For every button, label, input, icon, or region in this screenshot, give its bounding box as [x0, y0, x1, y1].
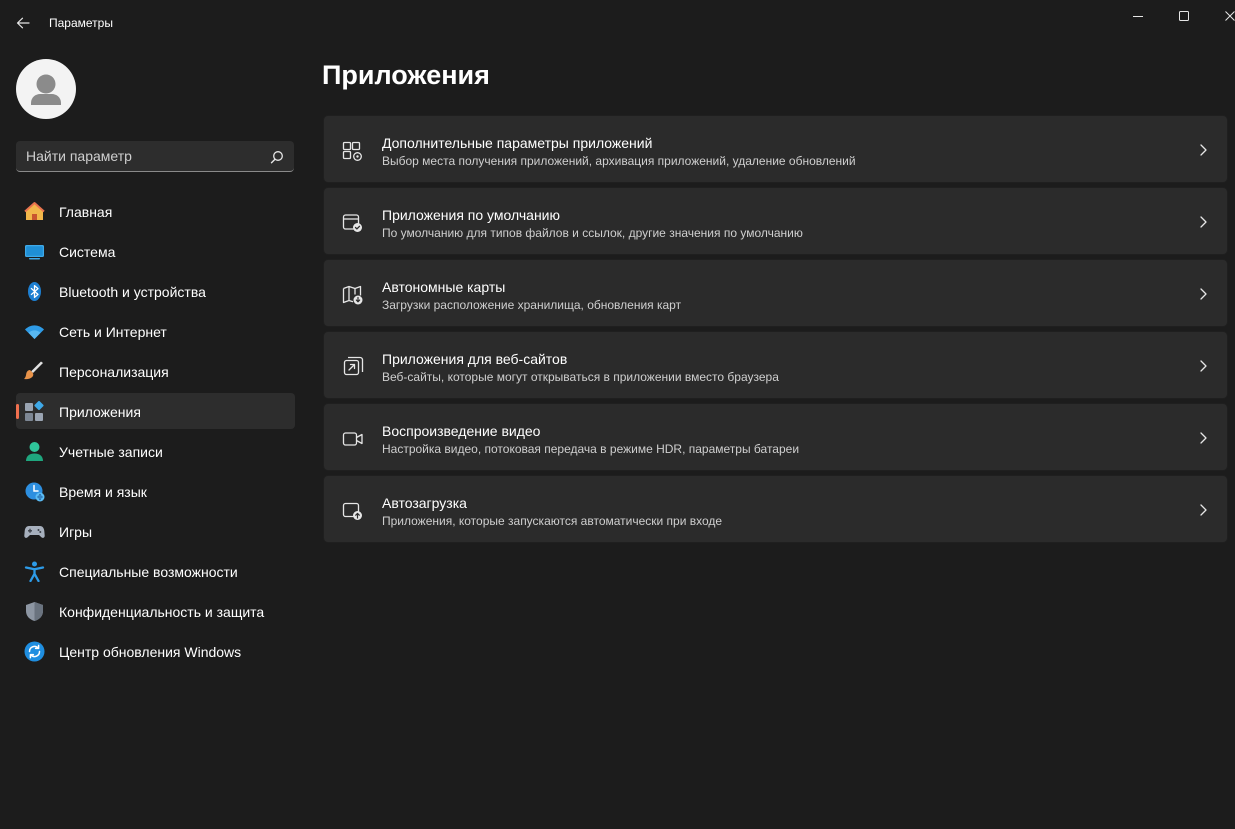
sidebar-item-home[interactable]: Главная: [16, 193, 295, 229]
title-bar: Параметры: [0, 0, 1235, 46]
settings-cards: Дополнительные параметры приложений Выбо…: [323, 115, 1228, 547]
card-startup[interactable]: Автозагрузка Приложения, которые запуска…: [323, 475, 1228, 543]
brush-icon: [24, 361, 43, 380]
close-button[interactable]: [1207, 0, 1235, 32]
search-input[interactable]: [16, 141, 256, 171]
back-button[interactable]: [8, 9, 38, 37]
gamepad-icon: [24, 526, 45, 538]
card-offline-maps[interactable]: Автономные карты Загрузки расположение х…: [323, 259, 1228, 327]
sidebar-item-personalization[interactable]: Персонализация: [16, 353, 295, 389]
sidebar-item-accounts[interactable]: Учетные записи: [16, 433, 295, 469]
sidebar-item-windows-update[interactable]: Центр обновления Windows: [16, 633, 295, 669]
sidebar-item-label: Игры: [59, 524, 93, 540]
chevron-right-icon: [1200, 360, 1207, 372]
card-advanced-app-settings[interactable]: Дополнительные параметры приложений Выбо…: [323, 115, 1228, 183]
settings-window: Параметры Найти параметр Главная Система…: [0, 0, 1235, 829]
sidebar-item-label: Bluetooth и устройства: [59, 284, 206, 300]
back-arrow-icon: [16, 17, 30, 29]
card-title: Дополнительные параметры приложений: [382, 135, 653, 151]
sidebar-item-label: Приложения: [59, 404, 141, 420]
app-title: Параметры: [49, 16, 113, 30]
wifi-icon: [25, 325, 44, 339]
card-default-apps[interactable]: Приложения по умолчанию По умолчанию для…: [323, 187, 1228, 255]
chevron-right-icon: [1200, 432, 1207, 444]
search-icon[interactable]: [270, 150, 284, 164]
update-icon: [24, 641, 45, 662]
chevron-right-icon: [1200, 504, 1207, 516]
sidebar-item-label: Конфиденциальность и защита: [59, 604, 265, 620]
card-title: Автономные карты: [382, 279, 506, 295]
sidebar-nav: Главная Система Bluetooth и устройства С…: [16, 193, 295, 673]
apps-for-websites-icon: [343, 356, 364, 376]
minimize-button[interactable]: [1115, 0, 1161, 32]
sidebar-item-network[interactable]: Сеть и Интернет: [16, 313, 295, 349]
advanced-app-settings-icon: [342, 141, 362, 161]
apps-icon: [25, 401, 44, 421]
bluetooth-icon: [28, 282, 41, 301]
search-box[interactable]: [16, 141, 294, 172]
time-language-icon: [25, 482, 45, 502]
user-avatar[interactable]: [16, 59, 76, 119]
page-title: Приложения: [322, 60, 490, 90]
sidebar-item-privacy[interactable]: Конфиденциальность и защита: [16, 593, 295, 629]
card-description: Веб-сайты, которые могут открываться в п…: [382, 370, 779, 384]
chevron-right-icon: [1200, 144, 1207, 156]
system-icon: [25, 245, 44, 260]
sidebar-item-label: Центр обновления Windows: [59, 644, 242, 660]
card-description: Загрузки расположение хранилища, обновле…: [382, 298, 682, 312]
sidebar-item-system[interactable]: Система: [16, 233, 295, 269]
card-title: Приложения по умолчанию: [382, 207, 560, 223]
home-icon: [24, 202, 45, 220]
default-apps-icon: [342, 214, 362, 232]
sidebar-item-label: Учетные записи: [59, 444, 163, 460]
card-description: Настройка видео, потоковая передача в ре…: [382, 442, 800, 456]
maximize-icon: [1179, 11, 1189, 21]
card-apps-for-websites[interactable]: Приложения для веб-сайтов Веб-сайты, кот…: [323, 331, 1228, 399]
close-icon: [1225, 11, 1235, 21]
sidebar-item-label: Время и язык: [59, 484, 147, 500]
card-description: Приложения, которые запускаются автомати…: [382, 514, 723, 528]
card-description: Выбор места получения приложений, архива…: [382, 154, 856, 168]
account-icon: [26, 442, 43, 461]
card-description: По умолчанию для типов файлов и ссылок, …: [382, 226, 803, 240]
chevron-right-icon: [1200, 288, 1207, 300]
sidebar-item-label: Сеть и Интернет: [59, 324, 167, 340]
sidebar-item-label: Специальные возможности: [59, 564, 238, 580]
maximize-button[interactable]: [1161, 0, 1207, 32]
user-avatar-icon: [31, 74, 61, 105]
card-title: Автозагрузка: [382, 495, 467, 511]
offline-maps-icon: [342, 285, 363, 305]
card-title: Воспроизведение видео: [382, 423, 541, 439]
sidebar-item-label: Персонализация: [59, 364, 169, 380]
sidebar-item-gaming[interactable]: Игры: [16, 513, 295, 549]
sidebar-item-bluetooth[interactable]: Bluetooth и устройства: [16, 273, 295, 309]
minimize-icon: [1133, 16, 1143, 17]
startup-icon: [342, 502, 362, 520]
chevron-right-icon: [1200, 216, 1207, 228]
video-camera-icon: [342, 432, 363, 446]
card-title: Приложения для веб-сайтов: [382, 351, 568, 367]
sidebar-item-label: Система: [59, 244, 116, 260]
shield-icon: [26, 602, 43, 621]
sidebar-item-accessibility[interactable]: Специальные возможности: [16, 553, 295, 589]
sidebar-item-label: Главная: [59, 204, 113, 220]
card-video-playback[interactable]: Воспроизведение видео Настройка видео, п…: [323, 403, 1228, 471]
sidebar-item-time-language[interactable]: Время и язык: [16, 473, 295, 509]
sidebar-item-apps[interactable]: Приложения: [16, 393, 295, 429]
accessibility-icon: [24, 561, 45, 582]
